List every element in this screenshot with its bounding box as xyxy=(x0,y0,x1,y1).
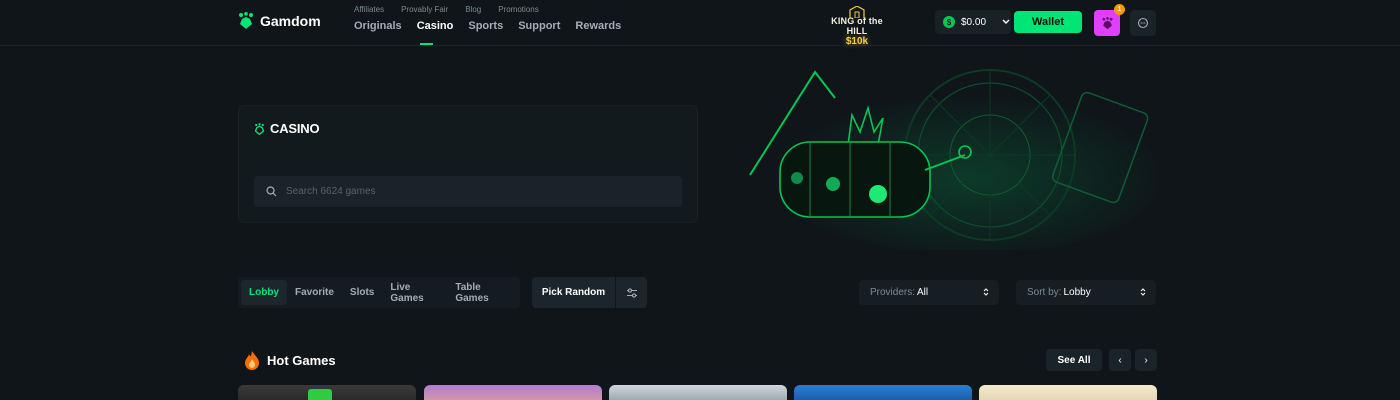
tab-live-games[interactable]: Live Games xyxy=(382,280,447,305)
providers-label: Providers: xyxy=(870,287,916,298)
fire-icon xyxy=(245,351,259,370)
sort-arrows-icon xyxy=(983,288,989,296)
nav-link-provably-fair[interactable]: Provably Fair xyxy=(401,5,448,14)
tab-lobby[interactable]: Lobby xyxy=(241,280,287,305)
paw-avatar-icon xyxy=(1101,16,1113,29)
nav-tab-rewards[interactable]: Rewards xyxy=(575,20,621,32)
tab-table-games[interactable]: Table Games xyxy=(447,280,517,305)
top-header: Gamdom Affiliates Provably Fair Blog Pro… xyxy=(0,0,1400,47)
chat-bubble-icon xyxy=(1137,17,1149,29)
sort-value: Lobby xyxy=(1063,287,1091,298)
hot-games-heading: Hot Games xyxy=(243,350,336,370)
nav-link-blog[interactable]: Blog xyxy=(465,5,481,14)
notification-badge: 1 xyxy=(1114,4,1125,15)
game-thumbnail xyxy=(308,389,332,400)
filter-settings-button[interactable] xyxy=(616,277,647,308)
page-title: CASINO xyxy=(254,121,320,136)
brand-name: Gamdom xyxy=(260,13,321,29)
nav-link-affiliates[interactable]: Affiliates xyxy=(354,5,384,14)
nav-tab-originals[interactable]: Originals xyxy=(354,20,402,32)
providers-value: All xyxy=(917,287,929,298)
sort-arrows-icon xyxy=(1140,288,1146,296)
carousel-next-button[interactable]: › xyxy=(1135,349,1157,371)
game-card[interactable] xyxy=(238,385,416,400)
promo-title: KING of the HILL xyxy=(831,16,883,36)
tab-favorite[interactable]: Favorite xyxy=(287,280,342,305)
balance-selector[interactable]: $ $0.00 xyxy=(935,10,1011,34)
nav-link-promotions[interactable]: Promotions xyxy=(498,5,538,14)
game-card[interactable] xyxy=(794,385,972,400)
game-card[interactable] xyxy=(979,385,1157,400)
hot-games-title: Hot Games xyxy=(267,352,336,368)
search-placeholder: Search 6624 games xyxy=(286,186,376,197)
casino-title-text: CASINO xyxy=(270,121,320,136)
paw-logo-icon xyxy=(239,12,253,29)
king-of-the-hill-promo[interactable]: KING of the HILL $10k xyxy=(826,6,888,47)
game-category-tabs: Lobby Favorite Slots Live Games Table Ga… xyxy=(238,277,520,308)
tab-slots[interactable]: Slots xyxy=(342,280,382,305)
promo-prize: $10k xyxy=(845,36,869,47)
carousel-prev-button[interactable]: ‹ xyxy=(1109,349,1131,371)
sort-label: Sort by: xyxy=(1027,287,1062,298)
chat-button[interactable] xyxy=(1130,10,1156,36)
secondary-nav: Affiliates Provably Fair Blog Promotions xyxy=(354,5,539,14)
nav-tab-support[interactable]: Support xyxy=(518,20,560,32)
sort-select[interactable]: Sort by: Lobby xyxy=(1016,280,1156,305)
game-search-input[interactable]: Search 6624 games xyxy=(254,176,682,207)
balance-value: $0.00 xyxy=(961,16,987,28)
search-icon xyxy=(266,186,277,197)
chevron-down-icon xyxy=(1002,19,1010,24)
active-nav-indicator xyxy=(420,43,433,45)
game-card[interactable] xyxy=(609,385,787,400)
dollar-coin-icon: $ xyxy=(943,16,955,28)
game-card[interactable] xyxy=(424,385,602,400)
paw-outline-icon xyxy=(254,122,265,135)
nav-tab-casino[interactable]: Casino xyxy=(417,20,454,32)
castle-icon xyxy=(849,6,865,18)
see-all-button[interactable]: See All xyxy=(1046,349,1102,371)
casino-hero-illustration xyxy=(749,69,1160,250)
wallet-button[interactable]: Wallet xyxy=(1014,11,1082,33)
providers-select[interactable]: Providers: All xyxy=(859,280,999,305)
sliders-icon xyxy=(626,287,637,298)
primary-nav: Originals Casino Sports Support Rewards xyxy=(354,20,621,32)
nav-tab-sports[interactable]: Sports xyxy=(468,20,503,32)
brand-logo[interactable]: Gamdom xyxy=(238,12,321,30)
pick-random-button[interactable]: Pick Random xyxy=(532,277,615,308)
